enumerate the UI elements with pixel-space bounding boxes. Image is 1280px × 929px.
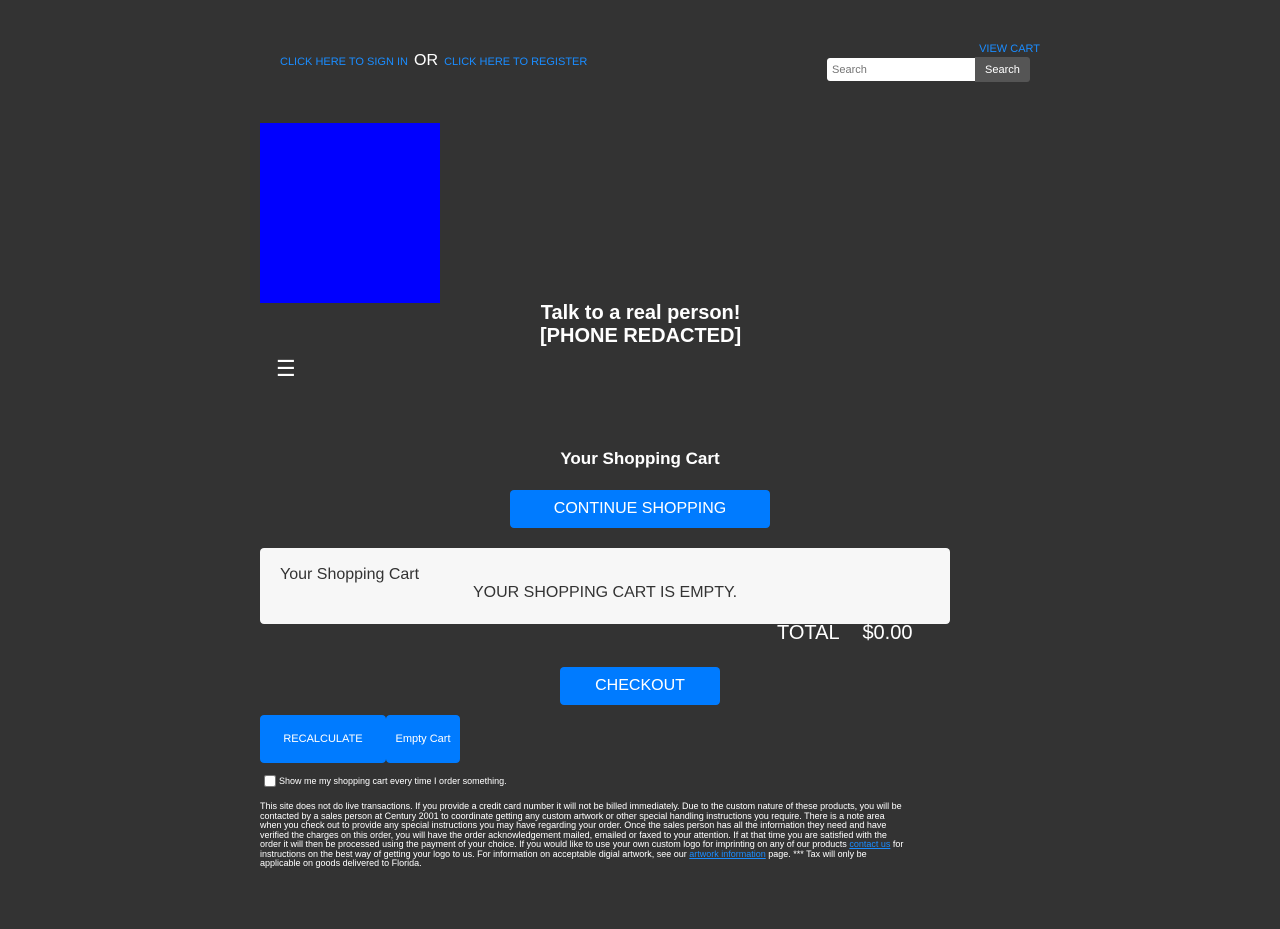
phone-number: [PHONE REDACTED] xyxy=(540,325,742,347)
view-cart-link[interactable]: VIEW CART xyxy=(979,43,1040,55)
cart-panel: Your Shopping Cart YOUR SHOPPING CART IS… xyxy=(260,548,950,624)
sign-in-link[interactable]: CLICK HERE TO SIGN IN xyxy=(280,56,408,68)
total-label: TOTAL xyxy=(777,622,839,644)
register-link[interactable]: CLICK HERE TO REGISTER xyxy=(444,56,587,68)
search-form: Search xyxy=(827,57,1030,82)
cart-total: TOTAL $0.00 xyxy=(777,622,913,645)
total-value: $0.00 xyxy=(862,622,913,644)
show-cart-checkbox[interactable] xyxy=(264,775,276,787)
disclaimer-part1: This site does not do live transactions.… xyxy=(260,801,902,849)
menu-icon[interactable]: ☰ xyxy=(276,356,296,382)
show-cart-label: Show me my shopping cart every time I or… xyxy=(279,776,507,786)
continue-shopping-button[interactable]: CONTINUE SHOPPING xyxy=(510,490,770,528)
show-cart-option[interactable]: Show me my shopping cart every time I or… xyxy=(263,775,507,787)
page-title: Your Shopping Cart xyxy=(560,449,720,468)
empty-cart-button[interactable]: Empty Cart xyxy=(386,715,460,763)
or-separator: OR xyxy=(414,52,439,69)
cart-panel-header: Your Shopping Cart xyxy=(280,566,420,583)
checkout-button[interactable]: CHECKOUT xyxy=(560,667,720,705)
empty-cart-message: YOUR SHOPPING CART IS EMPTY. xyxy=(472,584,738,601)
site-logo[interactable] xyxy=(260,123,440,303)
search-input[interactable] xyxy=(827,58,975,81)
search-button[interactable]: Search xyxy=(975,57,1030,82)
contact-us-link[interactable]: contact us xyxy=(849,839,890,849)
talk-heading: Talk to a real person! xyxy=(540,302,741,324)
disclaimer-text: This site does not do live transactions.… xyxy=(260,801,908,869)
auth-links: CLICK HERE TO SIGN IN OR CLICK HERE TO R… xyxy=(280,52,587,70)
artwork-information-link[interactable]: artwork information xyxy=(689,849,766,859)
contact-phone-block: Talk to a real person! [PHONE REDACTED] xyxy=(540,302,741,348)
recalculate-button[interactable]: RECALCULATE xyxy=(260,715,386,763)
